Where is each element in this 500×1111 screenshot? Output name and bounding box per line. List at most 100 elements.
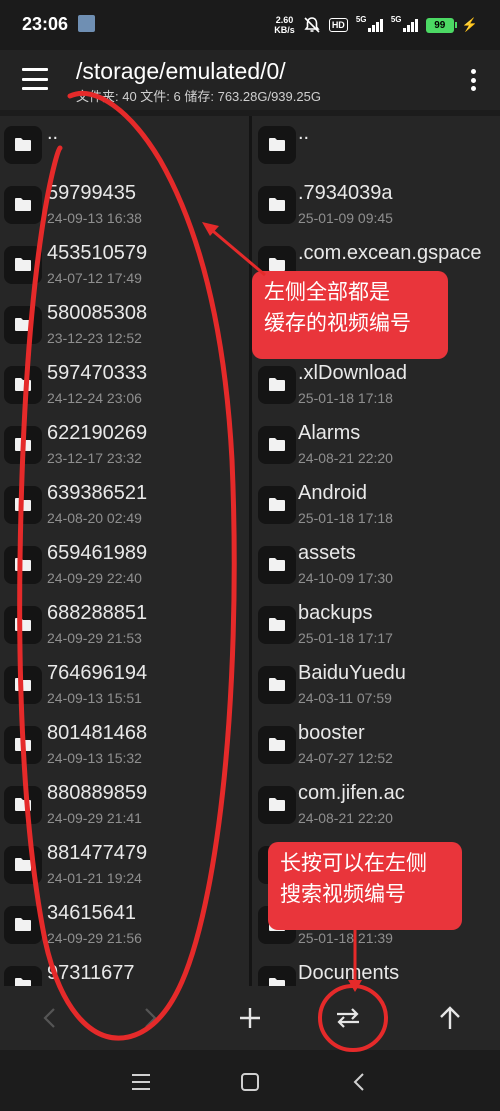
battery-icon: 99	[425, 17, 457, 33]
item-date: 23-12-17 23:32	[47, 450, 142, 466]
list-item[interactable]: 34615641 24-09-29 21:56	[0, 896, 249, 956]
recent-apps-icon[interactable]	[121, 1062, 161, 1102]
list-item[interactable]: .xlDownload 25-01-18 17:18	[252, 356, 500, 416]
folder-icon	[4, 966, 42, 986]
item-name: 34615641	[47, 902, 136, 924]
item-date: 24-10-09 17:30	[298, 570, 393, 586]
item-name: 801481468	[47, 722, 148, 744]
folder-icon	[258, 966, 296, 986]
home-icon[interactable]	[230, 1062, 270, 1102]
folder-icon	[4, 246, 42, 284]
item-date: 24-09-29 22:40	[47, 570, 142, 586]
list-item[interactable]: 59799435 24-09-13 16:38	[0, 176, 249, 236]
list-item[interactable]: 622190269 23-12-17 23:32	[0, 416, 249, 476]
folder-icon	[258, 366, 296, 404]
item-date: 24-03-11 07:59	[298, 690, 392, 706]
folder-icon	[258, 186, 296, 224]
item-date: 24-08-20 02:49	[47, 510, 142, 526]
item-name: 453510579	[47, 242, 148, 264]
item-date: 25-01-18 17:18	[298, 390, 393, 406]
arrow-up-icon[interactable]	[428, 996, 472, 1040]
annotation-text: 搜索视频编号	[280, 883, 406, 906]
folder-icon	[4, 546, 42, 584]
list-item[interactable]: booster 24-07-27 12:52	[252, 716, 500, 776]
status-time: 23:06	[22, 14, 69, 34]
status-indicators: 2.60 KB/s HD 5G 5G 99 ⚡	[274, 13, 478, 37]
sim1-network-label: 5G	[355, 15, 367, 24]
app-bar: /storage/emulated/0/ 文件夹: 40 文件: 6 储存: 7…	[0, 50, 500, 110]
item-name: 881477479	[47, 842, 148, 864]
folder-icon	[4, 846, 42, 884]
item-date: 25-01-18 17:17	[298, 630, 393, 646]
list-item[interactable]: com.jifen.ac 24-08-21 22:20	[252, 776, 500, 836]
item-date: 24-07-27 12:52	[298, 750, 393, 766]
list-item[interactable]: 881477479 24-01-21 19:24	[0, 836, 249, 896]
item-name: .7934039a	[298, 182, 393, 204]
list-item[interactable]: 688288851 24-09-29 21:53	[0, 596, 249, 656]
folder-icon	[258, 726, 296, 764]
item-date: 24-09-29 21:56	[47, 930, 142, 946]
signal-sim2-icon: 5G	[390, 15, 418, 32]
list-item[interactable]: 453510579 24-07-12 17:49	[0, 236, 249, 296]
list-item[interactable]: BaiduYuedu 24-03-11 07:59	[252, 656, 500, 716]
network-speed-unit: KB/s	[274, 25, 295, 35]
back-icon[interactable]	[339, 1062, 379, 1102]
item-name: com.jifen.ac	[298, 782, 405, 804]
item-name: 880889859	[47, 782, 148, 804]
item-name: 97311677	[47, 962, 135, 984]
folder-icon	[258, 606, 296, 644]
left-file-pane[interactable]: .. 59799435 24-09-13 16:38 453510579 24-07-1…	[0, 116, 249, 986]
item-name: Documents	[298, 962, 400, 984]
annotation-callout-search: 长按可以在左侧 搜索视频编号	[268, 842, 462, 930]
item-name: 688288851	[47, 602, 148, 624]
hamburger-menu-icon[interactable]	[22, 68, 48, 90]
item-date: 24-09-29 21:53	[47, 630, 142, 646]
list-item[interactable]: 639386521 24-08-20 02:49	[0, 476, 249, 536]
signal-sim1-icon: 5G	[355, 15, 383, 32]
list-item[interactable]: ..	[252, 116, 500, 176]
list-item[interactable]: .7934039a 25-01-09 09:45	[252, 176, 500, 236]
item-name: 639386521	[47, 482, 148, 504]
item-date: 25-01-18 21:39	[298, 930, 393, 946]
swap-icon[interactable]	[326, 996, 370, 1040]
plus-icon[interactable]	[228, 996, 272, 1040]
system-navigation-bar	[0, 1050, 500, 1111]
item-date: 24-09-13 15:32	[47, 750, 142, 766]
annotation-text: 缓存的视频编号	[264, 312, 411, 335]
folder-icon	[4, 786, 42, 824]
annotation-text: 左侧全部都是	[264, 281, 390, 304]
list-item[interactable]: Alarms 24-08-21 22:20	[252, 416, 500, 476]
item-name: backups	[298, 602, 373, 624]
more-options-icon[interactable]	[470, 69, 476, 91]
list-item[interactable]: 580085308 23-12-23 12:52	[0, 296, 249, 356]
list-item[interactable]: 597470333 24-12-24 23:06	[0, 356, 249, 416]
chevron-right-icon[interactable]	[128, 996, 172, 1040]
folder-stats: 文件夹: 40 文件: 6 储存: 763.28G/939.25G	[76, 89, 321, 104]
list-item[interactable]: 801481468 24-09-13 15:32	[0, 716, 249, 776]
item-name: 622190269	[47, 422, 148, 444]
sim2-network-label: 5G	[390, 15, 402, 24]
item-name: BaiduYuedu	[298, 662, 406, 684]
annotation-callout-cache: 左侧全部都是 缓存的视频编号	[252, 271, 448, 359]
list-item[interactable]: 97311677	[0, 956, 249, 986]
item-name: 764696194	[47, 662, 148, 684]
status-bar: 23:06 2.60 KB/s HD 5G 5G 99 ⚡	[0, 0, 500, 50]
list-item[interactable]: 659461989 24-09-29 22:40	[0, 536, 249, 596]
hd-voice-badge: HD	[328, 18, 348, 32]
list-item[interactable]: ..	[0, 116, 249, 176]
list-item[interactable]: backups 25-01-18 17:17	[252, 596, 500, 656]
chevron-left-icon[interactable]	[28, 996, 72, 1040]
folder-icon	[258, 486, 296, 524]
list-item[interactable]: Android 25-01-18 17:18	[252, 476, 500, 536]
item-name: .com.excean.gspace	[298, 242, 482, 264]
item-name: 597470333	[47, 362, 148, 384]
list-item[interactable]: assets 24-10-09 17:30	[252, 536, 500, 596]
current-path: /storage/emulated/0/	[76, 58, 286, 84]
item-name: 580085308	[47, 302, 148, 324]
list-item[interactable]: 764696194 24-09-13 15:51	[0, 656, 249, 716]
list-item[interactable]: Documents	[252, 956, 500, 986]
annotation-text: 长按可以在左侧	[280, 852, 427, 875]
list-item[interactable]: 880889859 24-09-29 21:41	[0, 776, 249, 836]
bottom-toolbar	[0, 986, 500, 1050]
item-date: 25-01-18 17:18	[298, 510, 393, 526]
